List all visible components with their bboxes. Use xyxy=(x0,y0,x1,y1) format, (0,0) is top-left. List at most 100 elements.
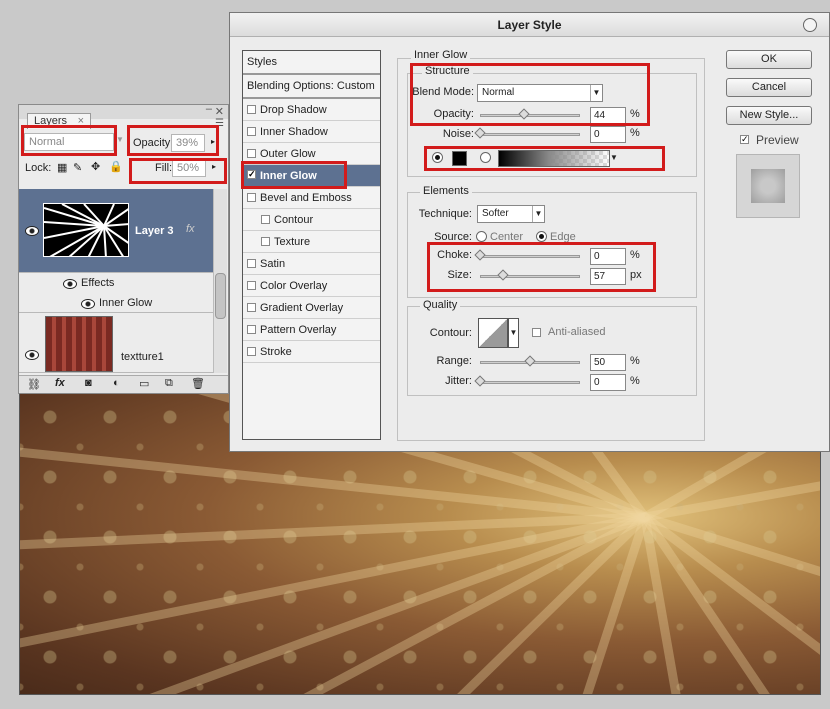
lock-label: Lock: xyxy=(25,162,52,174)
ok-button[interactable]: OK xyxy=(726,50,812,69)
new-style-button[interactable]: New Style... xyxy=(726,106,812,125)
adjustment-layer-icon[interactable]: ◐ xyxy=(113,377,120,389)
textture1-thumbnail xyxy=(45,316,113,372)
contour-picker[interactable] xyxy=(478,318,508,348)
preview-thumbnail xyxy=(751,169,785,203)
jitter-value: 0 xyxy=(594,377,600,388)
style-item-checkbox[interactable] xyxy=(261,237,270,246)
scrollbar-thumb[interactable] xyxy=(215,273,226,319)
jitter-unit: % xyxy=(630,375,640,387)
style-item-stroke[interactable]: Stroke xyxy=(243,341,380,363)
layers-scrollbar[interactable] xyxy=(213,189,227,373)
style-item-checkbox[interactable] xyxy=(247,127,256,136)
style-item-pattern-overlay[interactable]: Pattern Overlay xyxy=(243,319,380,341)
style-item-checkbox[interactable] xyxy=(247,259,256,268)
cancel-button[interactable]: Cancel xyxy=(726,78,812,97)
style-item-checkbox[interactable] xyxy=(247,149,256,158)
layer-row-textture1[interactable]: textture1 xyxy=(19,313,214,373)
add-layer-style-icon[interactable]: fx xyxy=(55,377,65,389)
visibility-eye-icon[interactable] xyxy=(63,278,77,288)
chevron-down-icon: ▼ xyxy=(532,206,544,222)
chevron-down-icon[interactable]: ▼ xyxy=(508,318,519,348)
fx-icon[interactable]: fx xyxy=(186,223,195,235)
style-item-inner-shadow[interactable]: Inner Shadow xyxy=(243,121,380,143)
layer3-name: Layer 3 xyxy=(135,225,174,237)
lock-all-icon[interactable]: 🔒 xyxy=(109,160,123,173)
chevron-down-icon[interactable]: ▼ xyxy=(116,135,124,144)
style-item-label: Outer Glow xyxy=(260,148,316,160)
preview-label: Preview xyxy=(756,133,799,147)
style-item-checkbox[interactable] xyxy=(247,303,256,312)
lock-image-icon[interactable]: ✎ xyxy=(73,161,82,174)
styles-list: Styles Blending Options: Custom Drop Sha… xyxy=(242,50,381,440)
lock-position-icon[interactable]: ✥ xyxy=(91,160,100,173)
jitter-label: Jitter: xyxy=(445,375,472,387)
jitter-slider[interactable] xyxy=(480,381,580,384)
style-item-label: Satin xyxy=(260,258,286,270)
highlight-box xyxy=(127,125,219,156)
range-input[interactable]: 50 xyxy=(590,354,626,371)
trash-icon[interactable]: 🗑 xyxy=(191,377,205,390)
minimize-icon[interactable]: – xyxy=(206,103,212,115)
ig-noise-unit: % xyxy=(630,127,640,139)
new-layer-icon[interactable]: ⧉ xyxy=(165,377,173,390)
style-item-checkbox[interactable] xyxy=(247,281,256,290)
style-item-drop-shadow[interactable]: Drop Shadow xyxy=(243,99,380,121)
style-item-satin[interactable]: Satin xyxy=(243,253,380,275)
style-item-contour[interactable]: Contour xyxy=(243,209,380,231)
layer-effect-inner-glow[interactable]: Inner Glow xyxy=(19,293,214,313)
contour-label: Contour: xyxy=(429,327,472,339)
highlight-box xyxy=(21,125,117,156)
technique-label: Technique: xyxy=(418,208,472,220)
range-value: 50 xyxy=(594,357,606,368)
style-item-label: Bevel and Emboss xyxy=(260,192,352,204)
visibility-eye-icon[interactable] xyxy=(25,349,39,359)
lock-transparent-icon[interactable]: ▦ xyxy=(57,161,67,174)
dialog-title: Layer Style xyxy=(230,13,829,37)
style-item-label: Drop Shadow xyxy=(260,104,327,116)
style-item-color-overlay[interactable]: Color Overlay xyxy=(243,275,380,297)
range-unit: % xyxy=(630,355,640,367)
layer-row-layer3[interactable]: Layer 3 fx xyxy=(19,189,214,273)
style-item-label: Gradient Overlay xyxy=(260,302,344,314)
technique-value: Softer xyxy=(482,208,509,219)
layer-effects-row[interactable]: Effects xyxy=(19,273,214,293)
style-item-label: Inner Shadow xyxy=(260,126,328,138)
style-item-label: Texture xyxy=(274,236,311,248)
anti-aliased-checkbox[interactable] xyxy=(532,328,541,337)
style-item-checkbox[interactable] xyxy=(247,193,256,202)
ig-noise-input[interactable]: 0 xyxy=(590,126,626,143)
styles-header[interactable]: Styles xyxy=(243,51,380,75)
styles-header-label: Styles xyxy=(247,56,277,68)
link-layers-icon[interactable]: ⛓ xyxy=(27,378,41,391)
style-item-checkbox[interactable] xyxy=(247,347,256,356)
style-item-checkbox[interactable] xyxy=(247,105,256,114)
close-icon[interactable]: ✕ xyxy=(215,105,224,118)
range-label: Range: xyxy=(436,355,472,367)
layers-bottom-toolbar: ⛓ fx ◙ ◐ ▭ ⧉ 🗑 xyxy=(19,375,228,393)
anti-aliased-label: Anti-aliased xyxy=(548,326,606,338)
ig-noise-value: 0 xyxy=(594,129,600,140)
style-item-texture[interactable]: Texture xyxy=(243,231,380,253)
new-group-icon[interactable]: ▭ xyxy=(139,377,149,390)
style-item-checkbox[interactable] xyxy=(261,215,270,224)
style-item-gradient-overlay[interactable]: Gradient Overlay xyxy=(243,297,380,319)
blending-options-item[interactable]: Blending Options: Custom xyxy=(243,75,380,99)
style-item-bevel-and-emboss[interactable]: Bevel and Emboss xyxy=(243,187,380,209)
textture1-name: textture1 xyxy=(121,351,164,363)
visibility-eye-icon[interactable] xyxy=(81,298,95,308)
style-item-checkbox[interactable] xyxy=(247,325,256,334)
technique-select[interactable]: Softer ▼ xyxy=(477,205,545,223)
layer3-thumbnail xyxy=(43,203,129,257)
layers-panel: – ✕ Layers × ☰ Normal ▼ Opacity: 39% ▸ L… xyxy=(18,103,229,394)
visibility-eye-icon[interactable] xyxy=(25,225,39,235)
preview-checkbox[interactable] xyxy=(740,135,749,144)
source-edge-radio[interactable] xyxy=(536,231,547,242)
jitter-input[interactable]: 0 xyxy=(590,374,626,391)
dialog-close-icon[interactable] xyxy=(803,18,817,32)
ig-noise-slider[interactable] xyxy=(480,133,580,136)
add-mask-icon[interactable]: ◙ xyxy=(85,377,92,389)
highlight-box xyxy=(424,146,665,171)
source-center-radio[interactable] xyxy=(476,231,487,242)
style-item-label: Stroke xyxy=(260,346,292,358)
